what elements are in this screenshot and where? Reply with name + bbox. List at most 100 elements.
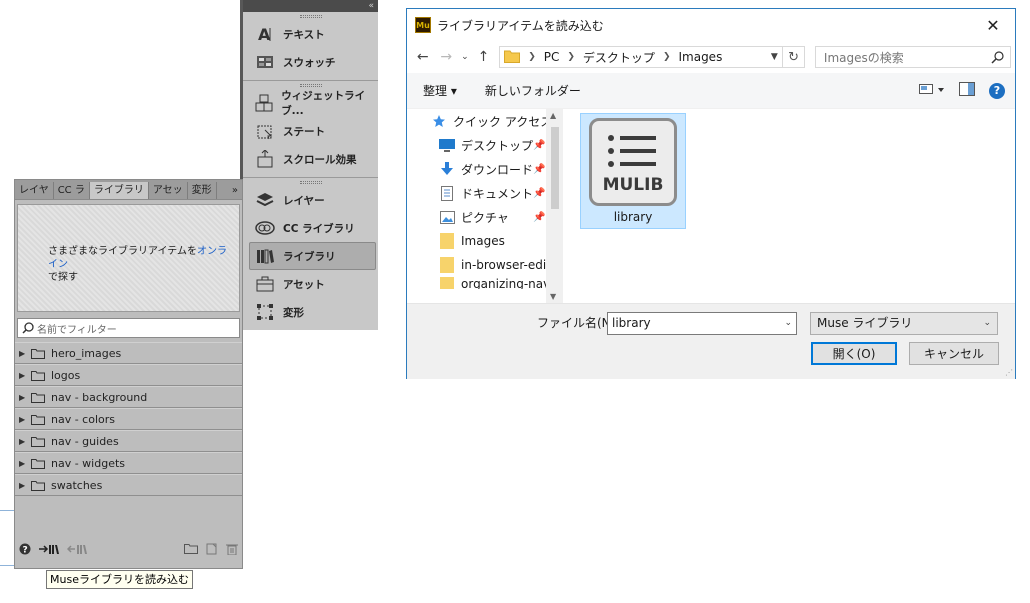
expand-triangle-icon[interactable]: ▶ (19, 415, 31, 424)
nav-item-label: Images (461, 234, 505, 248)
list-item[interactable]: ▶ hero_images (15, 342, 242, 364)
strip-item-layers[interactable]: レイヤー (243, 186, 378, 214)
strip-item-library[interactable]: ライブラリ (249, 242, 376, 270)
strip-item-cc-libraries[interactable]: CC ライブラリ (243, 214, 378, 242)
expand-triangle-icon[interactable]: ▶ (19, 437, 31, 446)
scrollbar-thumb[interactable] (551, 127, 559, 209)
nav-item-label: organizing-navi (461, 277, 554, 289)
list-item[interactable]: ▶ swatches (15, 474, 242, 496)
list-lines-icon (608, 135, 656, 174)
strip-item-scroll-effects[interactable]: スクロール効果 (243, 145, 378, 173)
expand-triangle-icon[interactable]: ▶ (19, 459, 31, 468)
filter-input[interactable]: 名前でフィルター (17, 318, 240, 338)
filetype-select[interactable]: Muse ライブラリ ⌄ (810, 312, 998, 335)
expand-triangle-icon[interactable]: ▶ (19, 481, 31, 490)
trash-icon[interactable] (226, 543, 238, 558)
expand-triangle-icon[interactable]: ▶ (19, 349, 31, 358)
recent-locations-chevron-icon[interactable]: ⌄ (458, 45, 472, 69)
new-folder-button[interactable]: 新しいフォルダー (485, 82, 581, 99)
back-arrow-icon[interactable]: ← (411, 45, 435, 69)
folder-icon (504, 49, 521, 66)
close-icon[interactable]: ✕ (971, 9, 1015, 41)
mulib-file-icon: MULIB (589, 118, 677, 206)
chevron-right-icon[interactable]: ❯ (663, 52, 671, 62)
strip-item-text[interactable]: A テキスト (243, 20, 378, 48)
breadcrumb-item[interactable]: デスクトップ (583, 49, 655, 66)
tab-transform[interactable]: 変形 (188, 182, 217, 199)
layers-icon (255, 190, 275, 210)
new-item-icon[interactable] (206, 543, 218, 558)
expand-triangle-icon[interactable]: ▶ (19, 393, 31, 402)
forward-arrow-icon[interactable]: → (435, 45, 459, 69)
collapse-panels-button[interactable]: « (243, 0, 378, 12)
expand-triangle-icon[interactable]: ▶ (19, 371, 31, 380)
list-item[interactable]: ▶ nav - widgets (15, 452, 242, 474)
up-arrow-icon[interactable]: ↑ (472, 45, 496, 69)
view-options-icon[interactable] (919, 83, 945, 98)
panel-grip[interactable] (243, 12, 378, 20)
chevron-right-icon[interactable]: ❯ (528, 52, 536, 62)
pin-icon[interactable]: 📌 (533, 164, 545, 175)
strip-item-transform[interactable]: 変形 (243, 298, 378, 326)
pin-icon[interactable]: 📌 (533, 188, 545, 199)
list-item[interactable]: ▶ nav - guides (15, 430, 242, 452)
tab-library[interactable]: ライブラリ (89, 182, 149, 199)
export-library-icon[interactable] (66, 543, 87, 558)
tab-cc-libraries[interactable]: CC ラ (54, 182, 90, 199)
nav-item-pictures[interactable]: ピクチャ 📌 (407, 205, 563, 229)
nav-item-label: デスクトップ (461, 138, 534, 153)
search-input[interactable]: Imagesの検索 (814, 46, 1011, 68)
nav-item-organizing-navigation[interactable]: organizing-navi (407, 277, 563, 289)
organize-button[interactable]: 整理 ▾ (423, 82, 457, 99)
tab-assets[interactable]: アセッ (149, 182, 188, 199)
preview-pane-icon[interactable] (959, 82, 975, 99)
pin-icon[interactable]: 📌 (533, 212, 545, 223)
nav-item-desktop[interactable]: デスクトップ 📌 (407, 133, 563, 157)
nav-item-images[interactable]: Images (407, 229, 563, 253)
dialog-footer: ファイル名(N): library ⌄ Muse ライブラリ ⌄ 開く(O) キ… (407, 303, 1015, 379)
strip-item-widget-library[interactable]: ウィジェットライブ... (243, 89, 378, 117)
scroll-down-icon[interactable]: ▼ (550, 292, 556, 301)
file-item-library[interactable]: MULIB library (580, 113, 686, 229)
svg-text:?: ? (23, 545, 28, 555)
list-item[interactable]: ▶ nav - colors (15, 408, 242, 430)
strip-item-assets[interactable]: アセット (243, 270, 378, 298)
tab-layers[interactable]: レイヤ (15, 182, 54, 199)
folder-icon (31, 392, 45, 403)
library-panel: レイヤ CC ラ ライブラリ アセッ 変形 » さまざまなライブラリアイテムをオ… (14, 179, 243, 569)
tabs-overflow-button[interactable]: » (228, 182, 242, 199)
strip-item-swatches[interactable]: スウォッチ (243, 48, 378, 76)
nav-item-quick-access[interactable]: クイック アクセス (407, 109, 563, 133)
list-item[interactable]: ▶ nav - background (15, 386, 242, 408)
resize-grip-icon[interactable]: ⋰ (1005, 368, 1013, 377)
transform-icon (255, 302, 275, 322)
dialog-title: ライブラリアイテムを読み込む (437, 18, 604, 33)
breadcrumb-item[interactable]: PC (544, 50, 560, 64)
breadcrumb-item[interactable]: Images (678, 50, 722, 64)
chevron-down-icon[interactable]: ⌄ (784, 313, 792, 334)
address-bar[interactable]: ❯ PC ❯ デスクトップ ❯ Images ▼ (499, 46, 784, 68)
chevron-right-icon[interactable]: ❯ (567, 52, 575, 62)
folder-name: logos (51, 368, 81, 382)
folder-icon (31, 480, 45, 491)
list-item[interactable]: ▶ logos (15, 364, 242, 386)
nav-scrollbar[interactable]: ▲ ▼ (546, 109, 563, 303)
import-library-icon[interactable] (39, 543, 59, 558)
panel-grip[interactable] (243, 178, 378, 186)
cancel-button[interactable]: キャンセル (909, 342, 999, 365)
nav-item-downloads[interactable]: ダウンロード 📌 (407, 157, 563, 181)
folder-name: nav - guides (51, 434, 119, 448)
chevron-down-icon[interactable]: ▼ (766, 52, 782, 62)
refresh-icon[interactable]: ↻ (783, 46, 805, 68)
help-icon[interactable]: ? (19, 543, 31, 558)
open-button[interactable]: 開く(O) (811, 342, 897, 365)
pin-icon[interactable]: 📌 (533, 140, 545, 151)
filename-field[interactable]: library ⌄ (607, 312, 797, 335)
scroll-up-icon[interactable]: ▲ (550, 111, 556, 120)
nav-item-in-browser-editing[interactable]: in-browser-editi (407, 253, 563, 277)
dialog-toolbar: 整理 ▾ 新しいフォルダー ? (407, 73, 1015, 109)
nav-item-documents[interactable]: ドキュメント 📌 (407, 181, 563, 205)
new-folder-icon[interactable] (184, 543, 198, 557)
strip-item-states[interactable]: ステート (243, 117, 378, 145)
help-icon[interactable]: ? (989, 82, 1005, 99)
